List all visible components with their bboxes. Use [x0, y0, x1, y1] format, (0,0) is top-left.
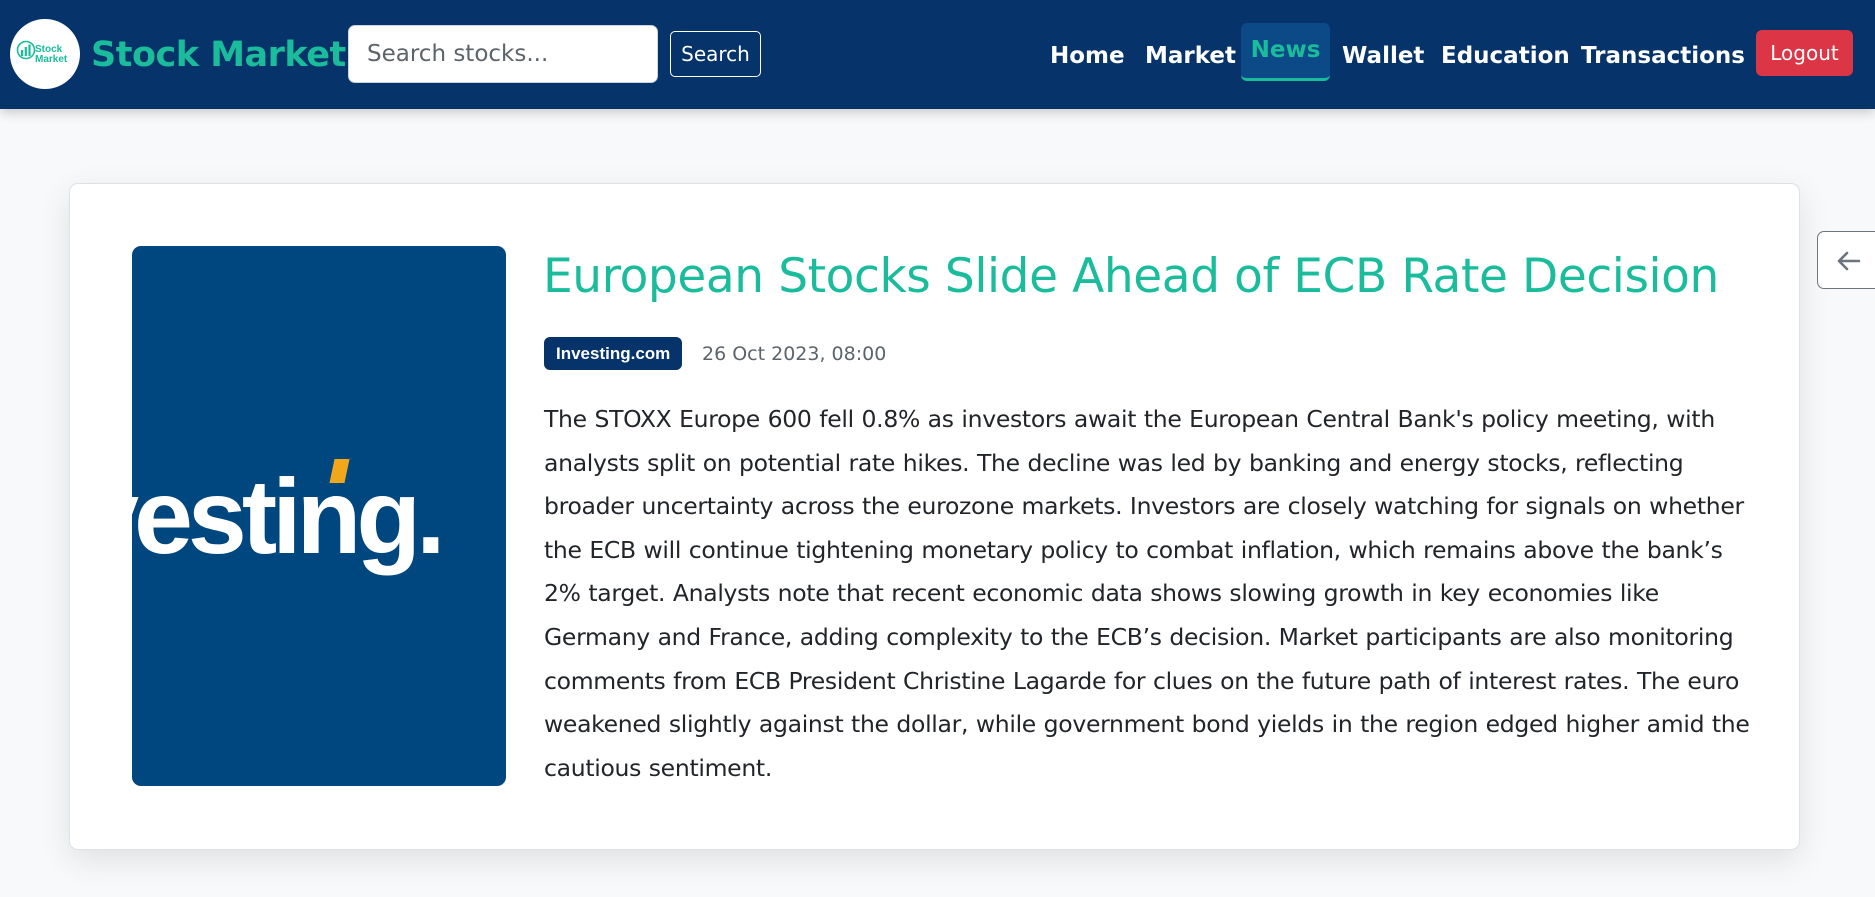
- search-button[interactable]: Search: [670, 31, 761, 77]
- article-body: The STOXX Europe 600 fell 0.8% as invest…: [544, 405, 1750, 782]
- source-badge: Investing.com: [544, 337, 683, 370]
- article-image: vesting.: [132, 246, 506, 786]
- nav-market[interactable]: Market: [1145, 36, 1236, 76]
- article-date: 26 Oct 2023, 08:00: [702, 343, 887, 365]
- brand-logo[interactable]: Stock Market: [10, 19, 80, 89]
- news-article-card: vesting. European Stocks Slide Ahead of …: [69, 183, 1800, 850]
- article-title: European Stocks Slide Ahead of ECB Rate …: [543, 249, 1719, 304]
- logo-text-line2: Market: [35, 54, 68, 65]
- back-button[interactable]: [1817, 231, 1875, 289]
- arrow-left-icon: [1837, 251, 1861, 271]
- nav-wallet[interactable]: Wallet: [1342, 36, 1424, 76]
- nav-news-active[interactable]: News: [1241, 23, 1330, 81]
- logout-button[interactable]: Logout: [1756, 30, 1853, 76]
- nav-transactions[interactable]: Transactions: [1581, 36, 1745, 76]
- nav-education[interactable]: Education: [1441, 36, 1570, 76]
- brand-name[interactable]: Stock Market: [91, 33, 346, 77]
- top-navbar: Stock Market Stock Market Search Home Ma…: [0, 0, 1875, 109]
- investing-logo-wordmark: vesting.: [132, 458, 446, 576]
- logo-text: Stock Market: [35, 45, 67, 65]
- nav-home[interactable]: Home: [1050, 36, 1125, 76]
- stock-growth-icon: [16, 40, 36, 60]
- search-input[interactable]: [348, 25, 658, 83]
